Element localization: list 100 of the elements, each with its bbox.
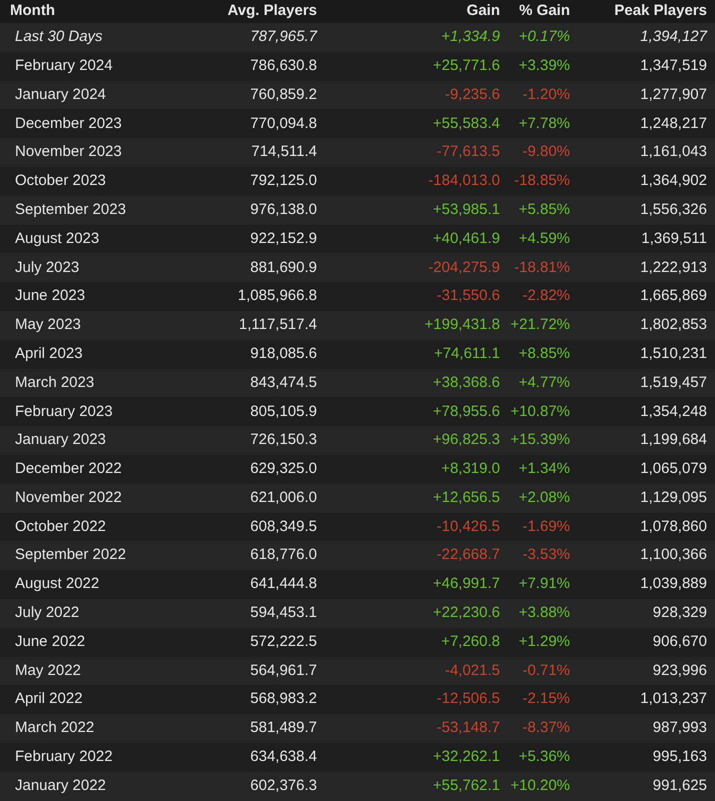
peak-players-cell-text: 1,277,907 xyxy=(639,84,707,105)
percent-gain-cell-text: -3.53% xyxy=(521,545,570,566)
month-cell-text: March 2022 xyxy=(14,718,96,738)
peak-players-cell-text: 1,100,366 xyxy=(639,545,707,566)
avg-players-cell-text: 629,325.0 xyxy=(249,459,317,480)
peak-players-cell-text: 1,013,237 xyxy=(639,689,707,710)
avg-players-cell-text: 1,085,966.8 xyxy=(236,286,317,306)
avg-players-cell-text: 918,085.6 xyxy=(249,344,317,364)
gain-cell-text: +78,955.6 xyxy=(432,402,500,422)
percent-gain-cell-text: +3.39% xyxy=(518,56,570,76)
percent-gain-cell-text: +10.20% xyxy=(509,776,570,796)
avg-players-cell-text: 641,444.8 xyxy=(249,574,317,594)
column-header: % Gain xyxy=(518,1,570,22)
peak-players-cell-text: 991,625 xyxy=(652,776,707,796)
percent-gain-cell-text: +21.72% xyxy=(509,315,570,336)
column-header: Avg. Players xyxy=(226,1,317,22)
avg-players-cell-text: 714,511.4 xyxy=(250,142,317,162)
percent-gain-cell-text: +0.17% xyxy=(518,27,570,48)
peak-players-cell-text: 995,163 xyxy=(652,747,707,768)
avg-players-cell-text: 792,125.0 xyxy=(249,171,317,192)
peak-players-cell-text: 1,199,684 xyxy=(639,430,707,450)
avg-players-cell-text: 618,776.0 xyxy=(249,545,317,566)
avg-players-cell-text: 634,638.4 xyxy=(249,747,317,768)
peak-players-cell-text: 1,347,519 xyxy=(639,56,707,76)
avg-players-cell-text: 787,965.7 xyxy=(249,27,317,48)
avg-players-cell-text: 568,983.2 xyxy=(249,689,317,710)
month-cell-text: July 2023 xyxy=(14,258,80,278)
peak-players-cell-text: 1,369,511 xyxy=(640,228,707,249)
peak-players-cell-text: 906,670 xyxy=(652,632,707,652)
avg-players-cell-text: 602,376.3 xyxy=(249,776,317,796)
avg-players-cell-text: 726,150.3 xyxy=(249,430,317,450)
percent-gain-cell-text: +5.36% xyxy=(518,747,570,768)
gain-cell-text: -184,013.0 xyxy=(427,171,500,192)
avg-players-cell-text: 805,105.9 xyxy=(249,402,317,422)
peak-players-cell-text: 1,519,457 xyxy=(639,372,707,393)
column-header: Month xyxy=(9,1,56,22)
month-cell-text: August 2022 xyxy=(14,574,100,594)
peak-players-cell-text: 1,129,095 xyxy=(639,488,707,508)
avg-players-cell-text: 572,222.5 xyxy=(249,632,317,652)
gain-cell-text: +25,771.6 xyxy=(432,56,500,76)
gain-cell-text: +40,461.9 xyxy=(432,228,500,249)
peak-players-cell-text: 1,802,853 xyxy=(639,315,707,336)
gain-cell-text: -77,613.5 xyxy=(436,142,500,162)
month-cell-text: January 2023 xyxy=(14,430,107,450)
avg-players-cell-text: 843,474.5 xyxy=(249,372,317,393)
month-cell-text: April 2022 xyxy=(14,689,84,710)
avg-players-cell-text: 976,138.0 xyxy=(249,200,317,220)
percent-gain-cell-text: -1.69% xyxy=(521,516,570,537)
month-cell-text: August 2023 xyxy=(14,228,100,249)
month-cell-text: June 2023 xyxy=(14,286,86,306)
peak-players-cell-text: 1,039,889 xyxy=(639,574,707,594)
percent-gain-cell-text: +1.34% xyxy=(518,459,570,480)
month-cell-text: July 2022 xyxy=(14,603,80,624)
month-cell-text: May 2022 xyxy=(14,660,82,681)
gain-cell-text: +8,319.0 xyxy=(440,459,500,480)
gain-cell-text: -22,668.7 xyxy=(436,545,500,566)
gain-cell-text: -12,506.5 xyxy=(436,689,500,710)
percent-gain-cell-text: +15.39% xyxy=(509,430,570,450)
month-cell-text: March 2023 xyxy=(14,372,96,393)
percent-gain-cell-text: -9.80% xyxy=(521,142,570,162)
percent-gain-cell-text: +3.88% xyxy=(518,603,570,624)
percent-gain-cell-text: +7.91% xyxy=(518,574,570,594)
percent-gain-cell-text: +4.59% xyxy=(518,228,570,249)
peak-players-cell-text: 1,364,902 xyxy=(639,171,707,192)
percent-gain-cell-text: -2.82% xyxy=(521,286,570,306)
percent-gain-cell-text: -0.71% xyxy=(521,660,570,681)
gain-cell-text: +38,368.6 xyxy=(432,372,500,393)
month-cell-text: February 2023 xyxy=(14,402,114,422)
gain-cell-text: -9,235.6 xyxy=(444,84,500,105)
avg-players-cell-text: 564,961.7 xyxy=(249,660,317,681)
gain-cell-text: +32,262.1 xyxy=(432,747,500,768)
percent-gain-cell-text: +10.87% xyxy=(509,402,570,422)
peak-players-cell-text: 987,993 xyxy=(652,718,707,738)
month-cell-text: February 2024 xyxy=(14,56,114,76)
peak-players-cell-text: 1,354,248 xyxy=(639,402,707,422)
month-cell-text: June 2022 xyxy=(14,632,86,652)
percent-gain-cell-text: +4.77% xyxy=(518,372,570,393)
peak-players-cell-text: 923,996 xyxy=(652,660,707,681)
month-cell-text: November 2022 xyxy=(14,488,123,508)
month-cell-text: October 2022 xyxy=(14,516,107,537)
peak-players-cell-text: 1,065,079 xyxy=(639,459,707,480)
gain-cell-text: +96,825.3 xyxy=(432,430,500,450)
peak-players-cell-text: 1,665,869 xyxy=(639,286,707,306)
peak-players-cell-text: 1,556,326 xyxy=(639,200,707,220)
month-cell-text: January 2022 xyxy=(14,776,107,796)
month-cell-text: April 2023 xyxy=(14,344,84,364)
month-cell-text: November 2023 xyxy=(14,142,123,162)
peak-players-cell-text: 1,161,043 xyxy=(639,142,707,162)
month-cell-text: October 2023 xyxy=(14,171,107,192)
month-cell-text: September 2022 xyxy=(14,545,127,566)
gain-cell-text: +55,762.1 xyxy=(432,776,500,796)
percent-gain-cell-text: +5.85% xyxy=(518,200,570,220)
peak-players-cell-text: 1,078,860 xyxy=(639,516,707,537)
avg-players-cell-text: 786,630.8 xyxy=(249,56,317,76)
peak-players-cell-text: 1,222,913 xyxy=(639,258,707,278)
gain-cell-text: +53,985.1 xyxy=(432,200,500,220)
avg-players-cell-text: 608,349.5 xyxy=(249,516,317,537)
percent-gain-cell-text: -1.20% xyxy=(521,84,570,105)
gain-cell-text: -53,148.7 xyxy=(436,718,500,738)
gain-cell-text: -4,021.5 xyxy=(444,660,500,681)
